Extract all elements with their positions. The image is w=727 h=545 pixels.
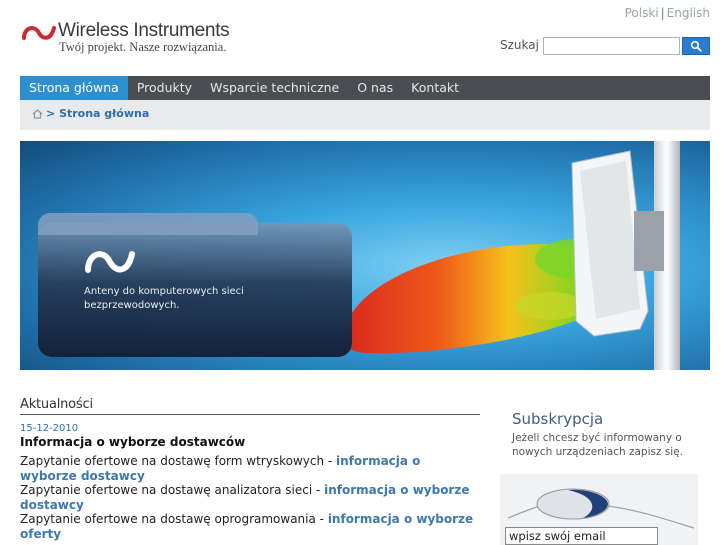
mouse-illustration-icon bbox=[508, 488, 694, 529]
news-list: Zapytanie ofertowe na dostawę form wtrys… bbox=[20, 454, 480, 541]
nav-item-contact[interactable]: Kontakt bbox=[402, 76, 468, 100]
news-item: Zapytanie ofertowe na dostawę analizator… bbox=[20, 483, 480, 512]
logo-tagline: Twój projekt. Nasze rozwiązania. bbox=[59, 40, 227, 54]
language-polski-link[interactable]: Polski bbox=[625, 6, 659, 20]
banner-logo-icon bbox=[85, 251, 135, 273]
main-nav: Strona główna Produkty Wsparcie technicz… bbox=[20, 76, 710, 100]
news-divider bbox=[20, 414, 480, 415]
breadcrumb-bar: > Strona główna bbox=[20, 100, 710, 130]
nav-item-home[interactable]: Strona główna bbox=[20, 76, 128, 100]
search-button[interactable] bbox=[682, 37, 710, 55]
language-english-link[interactable]: English bbox=[667, 6, 710, 20]
news-item: Zapytanie ofertowe na dostawę oprogramow… bbox=[20, 512, 480, 541]
logo-mark-icon bbox=[22, 26, 56, 40]
breadcrumb: > Strona główna bbox=[32, 107, 149, 120]
subscription-text: Jeżeli chcesz być informowany o nowych u… bbox=[512, 432, 684, 458]
home-icon[interactable] bbox=[32, 108, 43, 119]
search-icon bbox=[690, 40, 702, 52]
language-separator: | bbox=[660, 6, 665, 20]
nav-item-products[interactable]: Produkty bbox=[128, 76, 201, 100]
banner-caption-card: Anteny do komputerowych sieci bezprzewod… bbox=[38, 213, 352, 357]
site-logo[interactable]: Wireless Instruments Twój projekt. Nasze… bbox=[22, 20, 252, 56]
news-item-text: Zapytanie ofertowe na dostawę analizator… bbox=[20, 483, 325, 497]
logo-name: Wireless Instruments bbox=[58, 20, 230, 41]
news-section-title: Aktualności bbox=[20, 397, 93, 412]
news-item-text: Zapytanie ofertowe na dostawę form wtrys… bbox=[20, 454, 337, 468]
breadcrumb-current[interactable]: Strona główna bbox=[59, 107, 149, 120]
news-item-text: Zapytanie ofertowe na dostawę oprogramow… bbox=[20, 512, 328, 526]
hero-banner: Anteny do komputerowych sieci bezprzewod… bbox=[20, 141, 710, 370]
news-item: Zapytanie ofertowe na dostawę form wtrys… bbox=[20, 454, 480, 483]
breadcrumb-separator: > bbox=[46, 107, 56, 120]
nav-item-about[interactable]: O nas bbox=[348, 76, 402, 100]
banner-text: Anteny do komputerowych sieci bezprzewod… bbox=[84, 286, 244, 311]
search-input[interactable] bbox=[543, 37, 680, 55]
banner-card-tab bbox=[38, 213, 258, 235]
search-label: Szukaj bbox=[500, 38, 539, 52]
nav-item-support[interactable]: Wsparcie techniczne bbox=[201, 76, 348, 100]
news-date: 15-12-2010 bbox=[20, 423, 79, 434]
language-switcher: Polski | English bbox=[625, 6, 710, 20]
subscription-title: Subskrypcja bbox=[512, 410, 604, 428]
subscription-email-input[interactable] bbox=[505, 527, 658, 545]
news-headline[interactable]: Informacja o wyborze dostawców bbox=[20, 435, 245, 449]
